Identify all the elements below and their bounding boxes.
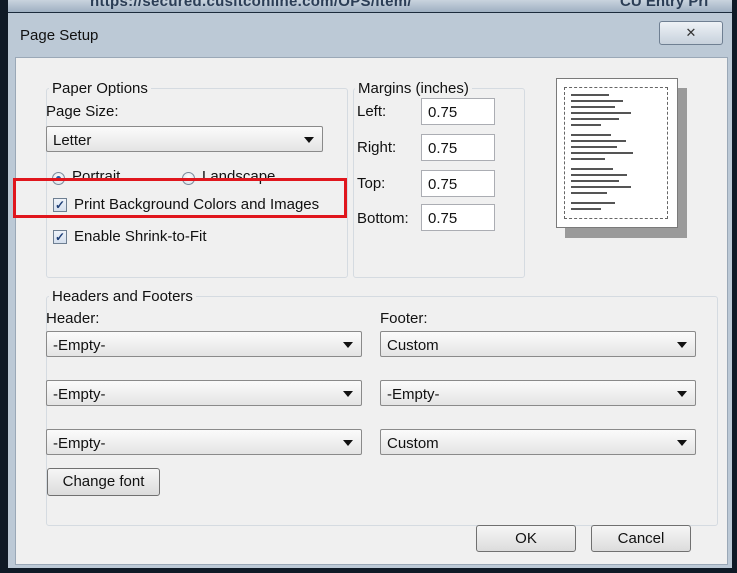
landscape-radio[interactable] [182, 172, 195, 185]
margin-top-value: 0.75 [428, 176, 458, 193]
dialog-titlebar[interactable]: Page Setup ✕ [8, 13, 732, 57]
dialog-title: Page Setup [20, 27, 99, 44]
preview-text-line [571, 124, 601, 126]
preview-text-line [571, 168, 613, 170]
header-select-1[interactable]: -Empty- [46, 331, 362, 357]
chevron-down-icon [343, 440, 353, 446]
preview-text-line [571, 208, 601, 210]
preview-text-line [571, 174, 627, 176]
header-value-3: -Empty- [53, 435, 106, 452]
portrait-label: Portrait [72, 168, 121, 185]
margin-right-value: 0.75 [428, 140, 458, 157]
chevron-down-icon [677, 342, 687, 348]
margin-top-input[interactable]: 0.75 [421, 170, 495, 197]
header-select-3[interactable]: -Empty- [46, 429, 362, 455]
footer-select-2[interactable]: -Empty- [380, 380, 696, 406]
preview-text-line [571, 152, 633, 154]
chevron-down-icon [304, 137, 314, 143]
margin-left-input[interactable]: 0.75 [421, 98, 495, 125]
header-select-2[interactable]: -Empty- [46, 380, 362, 406]
margin-left-value: 0.75 [428, 104, 458, 121]
dialog-client-area: Paper Options Page Size: Letter Portrait… [13, 57, 728, 565]
page-preview [556, 78, 678, 228]
margin-left-label: Left: [357, 103, 387, 120]
header-value-2: -Empty- [53, 386, 106, 403]
headers-footers-label: Headers and Footers [49, 288, 196, 305]
page-size-label: Page Size: [46, 103, 119, 120]
margin-right-label: Right: [357, 139, 397, 156]
cancel-button[interactable]: Cancel [591, 525, 691, 552]
preview-text-line [571, 202, 615, 204]
screen-border-right [732, 0, 737, 573]
portrait-radio[interactable] [52, 172, 65, 185]
radio-selected-dot [56, 176, 61, 181]
cancel-label: Cancel [617, 530, 665, 547]
preview-text-line [571, 118, 619, 120]
preview-text-line [571, 180, 619, 182]
preview-text-line [571, 112, 631, 114]
preview-text-line [571, 100, 623, 102]
paper-options-label: Paper Options [49, 80, 151, 97]
page-setup-dialog: Page Setup ✕ Paper Options Page Size: Le… [8, 13, 732, 568]
preview-text-line [571, 140, 626, 142]
background-window-strip: https://secured.cusitconline.com/OPS/ite… [0, 0, 737, 13]
footer-value-2: -Empty- [387, 386, 440, 403]
checkmark-icon: ✓ [54, 198, 66, 212]
footer-select-3[interactable]: Custom [380, 429, 696, 455]
chevron-down-icon [343, 342, 353, 348]
change-font-label: Change font [62, 473, 145, 490]
preview-margins [564, 87, 668, 219]
margins-label: Margins (inches) [355, 80, 472, 97]
footer-value-3: Custom [387, 435, 439, 452]
screen-border-left [0, 0, 8, 573]
margin-bottom-label: Bottom: [357, 210, 409, 227]
shrink-to-fit-checkbox[interactable]: ✓ [53, 230, 67, 244]
preview-text-line [571, 106, 615, 108]
footer-label: Footer: [380, 310, 428, 327]
margin-bottom-input[interactable]: 0.75 [421, 204, 495, 231]
margin-top-label: Top: [357, 175, 386, 192]
background-browser-toolbar: https://secured.cusitconline.com/OPS/ite… [0, 0, 737, 12]
chevron-down-icon [677, 391, 687, 397]
close-button[interactable]: ✕ [659, 21, 723, 45]
shrink-to-fit-label: Enable Shrink-to-Fit [74, 228, 207, 245]
preview-text-line [571, 192, 607, 194]
margin-bottom-value: 0.75 [428, 210, 458, 227]
chevron-down-icon [343, 391, 353, 397]
ok-button[interactable]: OK [476, 525, 576, 552]
footer-select-1[interactable]: Custom [380, 331, 696, 357]
landscape-label: Landscape [202, 168, 276, 185]
print-background-label: Print Background Colors and Images [74, 196, 320, 213]
page-size-value: Letter [53, 132, 92, 149]
margin-right-input[interactable]: 0.75 [421, 134, 495, 161]
preview-text-line [571, 134, 611, 136]
ok-label: OK [515, 530, 537, 547]
screen-border-bottom [0, 568, 737, 573]
header-label: Header: [46, 310, 100, 327]
preview-text-line [571, 94, 609, 96]
preview-text-line [571, 158, 605, 160]
close-icon: ✕ [685, 25, 697, 40]
print-background-checkbox[interactable]: ✓ [53, 198, 67, 212]
preview-text-line [571, 146, 617, 148]
checkmark-icon: ✓ [54, 230, 66, 244]
background-tab-text: CU Entry Pri [620, 0, 709, 10]
chevron-down-icon [677, 440, 687, 446]
page-size-select[interactable]: Letter [46, 126, 323, 152]
change-font-button[interactable]: Change font [47, 468, 160, 496]
preview-text-line [571, 186, 631, 188]
footer-value-1: Custom [387, 337, 439, 354]
header-value-1: -Empty- [53, 337, 106, 354]
background-url-text: https://secured.cusitconline.com/OPS/ite… [90, 0, 412, 10]
